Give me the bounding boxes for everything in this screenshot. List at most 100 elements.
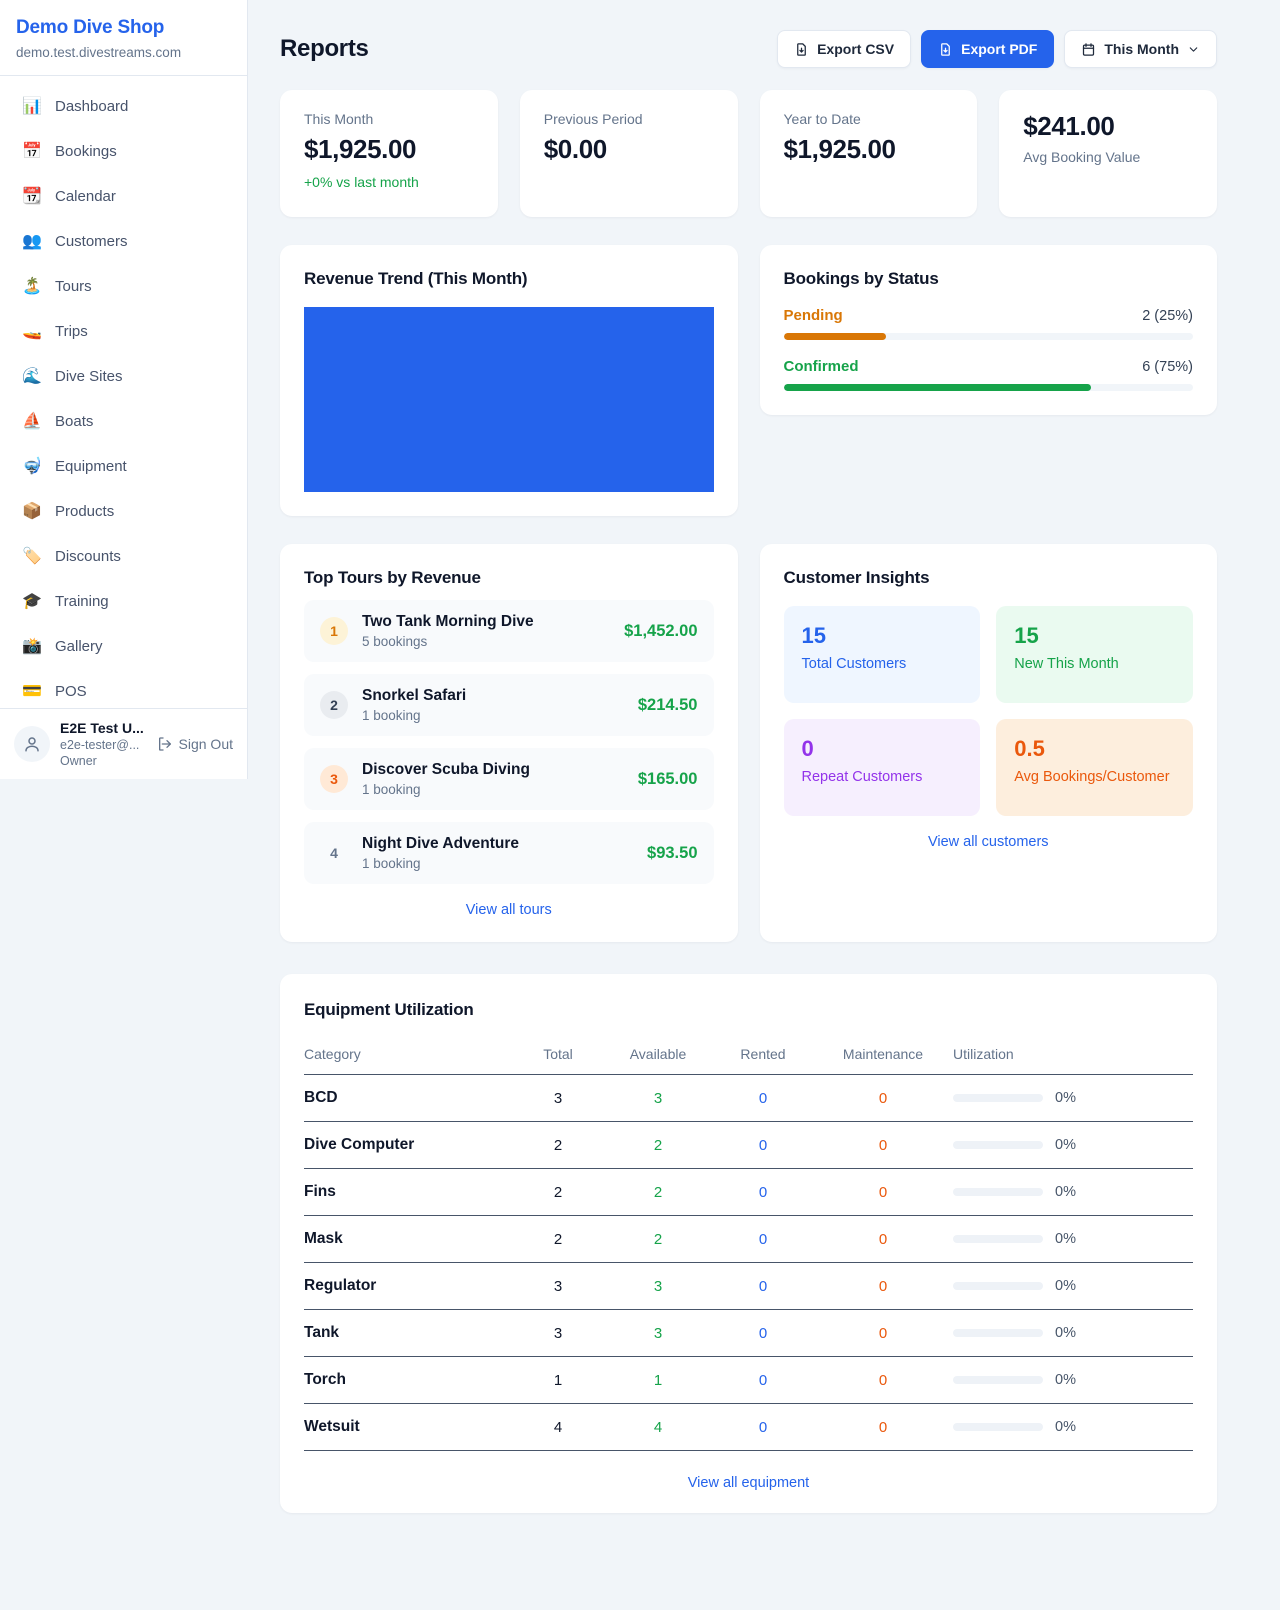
utilization-bar xyxy=(953,1141,1043,1149)
equipment-available: 2 xyxy=(603,1169,713,1216)
sidebar-nav-item[interactable]: 📅 Bookings xyxy=(8,133,239,169)
sidebar: Demo Dive Shop demo.test.divestreams.com… xyxy=(0,0,248,779)
customer-insights-panel: Customer Insights 15 Total Customers 15 … xyxy=(760,544,1218,942)
equipment-table: Category Total Available Rented Maintena… xyxy=(304,1036,1193,1451)
export-pdf-button[interactable]: Export PDF xyxy=(921,30,1054,68)
tour-row[interactable]: 4 Night Dive Adventure 1 booking $93.50 xyxy=(304,822,714,884)
equipment-category: Dive Computer xyxy=(304,1122,513,1169)
utilization-percent: 0% xyxy=(1055,1090,1076,1106)
sidebar-nav-item[interactable]: 🌊 Dive Sites xyxy=(8,358,239,394)
nav-item-label: Calendar xyxy=(55,188,116,205)
sidebar-nav-item[interactable]: 🚤 Trips xyxy=(8,313,239,349)
revenue-trend-chart xyxy=(304,307,714,492)
user-role: Owner xyxy=(60,754,147,768)
tour-row[interactable]: 3 Discover Scuba Diving 1 booking $165.0… xyxy=(304,748,714,810)
utilization-bar xyxy=(953,1376,1043,1384)
tour-revenue: $214.50 xyxy=(638,696,698,715)
equipment-header-row: Category Total Available Rented Maintena… xyxy=(304,1036,1193,1075)
sidebar-nav-item[interactable]: 🎓 Training xyxy=(8,583,239,619)
user-panel: E2E Test U... e2e-tester@... Owner Sign … xyxy=(0,708,247,779)
sidebar-nav-item[interactable]: 🏷️ Discounts xyxy=(8,538,239,574)
equipment-rented: 0 xyxy=(713,1075,813,1122)
insight-label: Repeat Customers xyxy=(802,769,963,785)
col-total: Total xyxy=(513,1036,603,1075)
sidebar-nav-item[interactable]: 📦 Products xyxy=(8,493,239,529)
bookings-status-panel: Bookings by Status Pending 2 (25%) Confi… xyxy=(760,245,1218,415)
sidebar-nav-item[interactable]: 📸 Gallery xyxy=(8,628,239,664)
insight-tile: 15 New This Month xyxy=(996,606,1193,703)
equipment-utilization-cell: 0% xyxy=(953,1169,1193,1216)
top-tours-panel: Top Tours by Revenue 1 Two Tank Morning … xyxy=(280,544,738,942)
equipment-rented: 0 xyxy=(713,1122,813,1169)
equipment-total: 3 xyxy=(513,1075,603,1122)
utilization-percent: 0% xyxy=(1055,1325,1076,1341)
insight-value: 0 xyxy=(802,736,963,762)
sidebar-nav-item[interactable]: 🤿 Equipment xyxy=(8,448,239,484)
insight-label: New This Month xyxy=(1014,656,1175,672)
equipment-category: Torch xyxy=(304,1357,513,1404)
col-category: Category xyxy=(304,1036,513,1075)
export-csv-button[interactable]: Export CSV xyxy=(777,30,911,68)
nav-item-label: Discounts xyxy=(55,548,121,565)
equipment-row: Dive Computer 2 2 0 0 0% xyxy=(304,1122,1193,1169)
equipment-row: Torch 1 1 0 0 0% xyxy=(304,1357,1193,1404)
equipment-utilization-cell: 0% xyxy=(953,1216,1193,1263)
equipment-maintenance: 0 xyxy=(813,1122,953,1169)
insight-tiles: 15 Total Customers 15 New This Month 0 R… xyxy=(784,606,1194,816)
col-utilization: Utilization xyxy=(953,1036,1193,1075)
stat-value: $0.00 xyxy=(544,134,714,165)
sidebar-nav-item[interactable]: 🏝️ Tours xyxy=(8,268,239,304)
nav-item-icon: 🏷️ xyxy=(22,546,42,566)
tour-name: Night Dive Adventure xyxy=(362,835,633,853)
nav-item-icon: 🚤 xyxy=(22,321,42,341)
insight-value: 0.5 xyxy=(1014,736,1175,762)
user-name: E2E Test U... xyxy=(60,720,147,736)
nav-item-icon: 📆 xyxy=(22,186,42,206)
equipment-total: 2 xyxy=(513,1169,603,1216)
equipment-utilization-cell: 0% xyxy=(953,1404,1193,1451)
top-tours-title: Top Tours by Revenue xyxy=(304,568,714,588)
export-pdf-label: Export PDF xyxy=(961,41,1037,57)
sidebar-nav-item[interactable]: 👥 Customers xyxy=(8,223,239,259)
stat-card-avg-booking-value: $241.00 Avg Booking Value xyxy=(999,90,1217,217)
status-progress-track xyxy=(784,384,1194,391)
nav-item-label: Products xyxy=(55,503,114,520)
equipment-total: 3 xyxy=(513,1263,603,1310)
nav-item-icon: 📦 xyxy=(22,501,42,521)
stat-label: This Month xyxy=(304,111,474,127)
nav-item-icon: 📅 xyxy=(22,141,42,161)
tour-row[interactable]: 2 Snorkel Safari 1 booking $214.50 xyxy=(304,674,714,736)
view-all-tours-link[interactable]: View all tours xyxy=(304,902,714,918)
view-all-equipment-link[interactable]: View all equipment xyxy=(304,1475,1193,1491)
status-progress-fill xyxy=(784,333,886,340)
sign-out-button[interactable]: Sign Out xyxy=(157,736,233,752)
nav-item-icon: 🏝️ xyxy=(22,276,42,296)
period-dropdown[interactable]: This Month xyxy=(1064,30,1217,68)
sidebar-nav-item[interactable]: 📊 Dashboard xyxy=(8,88,239,124)
equipment-total: 4 xyxy=(513,1404,603,1451)
nav-item-icon: 📊 xyxy=(22,96,42,116)
equipment-total: 1 xyxy=(513,1357,603,1404)
sidebar-nav-item[interactable]: ⛵ Boats xyxy=(8,403,239,439)
equipment-utilization-cell: 0% xyxy=(953,1357,1193,1404)
sidebar-nav-item[interactable]: 💳 POS xyxy=(8,673,239,708)
sidebar-nav-item[interactable]: 📆 Calendar xyxy=(8,178,239,214)
utilization-bar xyxy=(953,1235,1043,1243)
user-email: e2e-tester@... xyxy=(60,738,147,752)
nav-item-label: Gallery xyxy=(55,638,103,655)
stat-value: $1,925.00 xyxy=(304,134,474,165)
view-all-customers-link[interactable]: View all customers xyxy=(784,834,1194,850)
tour-info: Discover Scuba Diving 1 booking xyxy=(362,761,624,797)
header-actions: Export CSV Export PDF This Month xyxy=(777,30,1217,68)
stat-value: $241.00 xyxy=(1023,111,1193,142)
stat-label: Previous Period xyxy=(544,111,714,127)
insight-tile: 15 Total Customers xyxy=(784,606,981,703)
rank-badge: 4 xyxy=(320,839,348,867)
tour-info: Snorkel Safari 1 booking xyxy=(362,687,624,723)
insight-value: 15 xyxy=(1014,623,1175,649)
utilization-bar xyxy=(953,1094,1043,1102)
insights-row: Top Tours by Revenue 1 Two Tank Morning … xyxy=(280,544,1217,942)
logout-icon xyxy=(157,736,173,752)
shop-domain: demo.test.divestreams.com xyxy=(16,45,231,60)
tour-row[interactable]: 1 Two Tank Morning Dive 5 bookings $1,45… xyxy=(304,600,714,662)
